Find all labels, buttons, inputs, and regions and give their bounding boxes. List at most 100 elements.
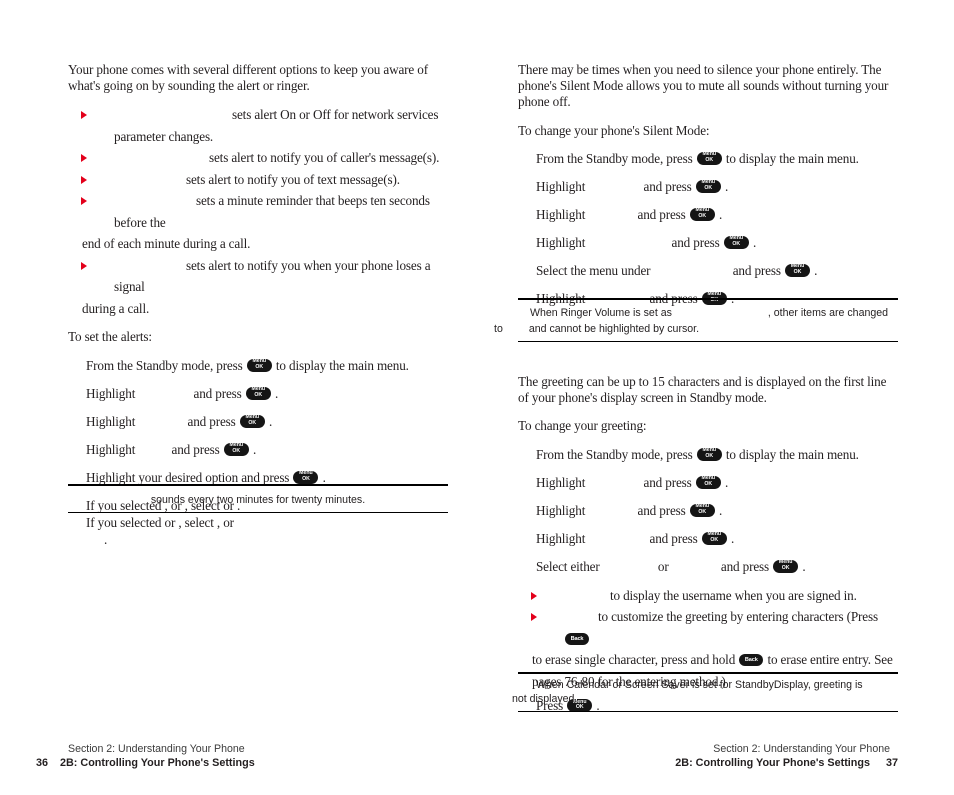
step-text-post: to display the main menu. xyxy=(725,150,859,166)
menu-ok-key-icon[interactable]: Menu OK xyxy=(245,386,271,400)
greeting-section: The greeting can be up to 15 characters … xyxy=(518,374,898,718)
redacted-term xyxy=(588,503,634,515)
step-text-mid: and press xyxy=(649,530,698,546)
back-key-label: Back xyxy=(744,657,758,664)
menu-ok-key-icon[interactable]: Menu OK xyxy=(696,151,722,165)
step-text-post: . xyxy=(730,530,735,546)
redacted-term xyxy=(114,150,209,162)
redacted-term xyxy=(588,531,646,543)
menu-ok-key-icon[interactable]: Menu OK xyxy=(701,531,727,545)
redacted-term xyxy=(138,414,184,426)
menu-ok-key-icon[interactable]: Menu OK xyxy=(293,470,319,484)
step-text-post: . xyxy=(802,558,806,574)
step-text-mid: and press xyxy=(171,441,220,457)
step-text-post: . xyxy=(252,441,257,457)
step-text-post: . xyxy=(718,502,723,518)
bullet-text: sets alert to notify you of caller's mes… xyxy=(209,150,440,166)
menu-ok-key-icon[interactable]: Menu OK xyxy=(773,559,799,573)
list-item: sets alert to notify you of text message… xyxy=(68,169,448,191)
back-key-icon[interactable]: Back xyxy=(565,632,589,645)
greeting-procedure-heading: To change your greeting: xyxy=(518,418,647,434)
silent-mode-procedure-heading: To change your phone's Silent Mode: xyxy=(518,122,710,138)
menu-ok-key-label-line2: OK xyxy=(255,363,264,370)
menu-ok-key-icon[interactable]: Menu OK xyxy=(246,358,272,372)
menu-ok-key-label-line2: OK xyxy=(248,419,257,426)
menu-ok-key-icon[interactable]: Menu OK xyxy=(695,475,721,489)
redacted-term xyxy=(603,559,655,571)
footer-section-label: Section 2: Understanding Your Phone xyxy=(713,743,890,755)
triangle-bullet-icon xyxy=(531,591,537,600)
step-item: Highlight and press Menu OK . xyxy=(536,207,898,223)
footer-chapter-row: 2B: Controlling Your Phone's Settings 37 xyxy=(675,756,898,771)
note-text-line2: not displayed. xyxy=(512,693,578,705)
intro-paragraph: Your phone comes with several different … xyxy=(68,62,428,94)
page-number: 36 xyxy=(36,757,49,769)
step-text-pre: Highlight xyxy=(536,234,586,250)
step-text-mid: and press xyxy=(643,474,692,490)
step-text-post: . xyxy=(752,234,757,250)
menu-ok-key-icon[interactable]: Menu OK xyxy=(223,442,249,456)
alert-options-list: sets alert On or Off for network service… xyxy=(68,104,448,319)
menu-ok-key-label-line2: OK xyxy=(781,564,790,571)
footer-chapter-row: 36 2B: Controlling Your Phone's Settings xyxy=(36,756,255,771)
redacted-term xyxy=(588,179,640,191)
step-text-pre: Highlight your desired option and press xyxy=(86,469,290,485)
silent-mode-steps-list: From the Standby mode, press Menu OK to … xyxy=(518,151,898,307)
step-text-mid: and press xyxy=(643,178,692,194)
step-item: Highlight and press Menu OK . xyxy=(86,414,448,430)
step-text-post: . xyxy=(274,385,279,401)
list-item: sets a minute reminder that beeps ten se… xyxy=(68,190,448,255)
menu-ok-key-icon[interactable]: Menu OK xyxy=(784,263,810,277)
menu-ok-key-label-line2: OK xyxy=(704,480,713,487)
greeting-steps-list: From the Standby mode, press Menu OK to … xyxy=(518,447,898,575)
footer-chapter-label: 2B: Controlling Your Phone's Settings xyxy=(675,757,870,769)
bullet-text: to customize the greeting by entering ch… xyxy=(598,609,878,625)
step-item: From the Standby mode, press Menu OK to … xyxy=(86,358,448,374)
step-text-pre: From the Standby mode, press xyxy=(86,357,243,373)
note-line: When Ringer Volume is set as , other item… xyxy=(518,304,898,320)
silent-mode-intro: There may be times when you need to sile… xyxy=(518,62,889,110)
step-text-mid: and press xyxy=(637,502,686,518)
menu-ok-key-icon[interactable]: Menu OK xyxy=(695,179,721,193)
step-text-post: . xyxy=(724,474,729,490)
list-item: sets alert to notify you when your phone… xyxy=(68,255,448,320)
triangle-bullet-icon xyxy=(531,613,537,622)
triangle-bullet-icon xyxy=(81,111,87,120)
triangle-bullet-icon xyxy=(81,197,87,206)
back-key-icon[interactable]: Back xyxy=(739,654,764,667)
footer-section-label: Section 2: Understanding Your Phone xyxy=(68,743,245,755)
menu-ok-key-icon[interactable]: Menu OK xyxy=(239,414,265,428)
step-item: Highlight and press Menu OK . xyxy=(86,442,448,458)
step-text-pre: Highlight xyxy=(536,178,586,194)
step-text-pre: Select the menu under xyxy=(536,262,651,278)
step-text-post: . xyxy=(268,413,273,429)
redacted-term xyxy=(588,207,634,219)
step-text-pre: Select either xyxy=(536,558,600,574)
menu-ok-key-icon[interactable]: Menu OK xyxy=(723,235,749,249)
menu-ok-key-icon[interactable]: Menu OK xyxy=(689,207,715,221)
redacted-term xyxy=(564,609,598,621)
step-text-pre: From the Standby mode, press xyxy=(536,446,693,462)
redacted-term xyxy=(114,193,196,205)
note-text-c: to xyxy=(494,323,503,335)
menu-ok-key-label-line2: OK xyxy=(705,156,714,163)
redacted-term xyxy=(654,263,730,275)
note-text-d: and cannot be highlighted by cursor. xyxy=(528,323,700,335)
menu-ok-key-icon[interactable]: Menu OK xyxy=(696,447,722,461)
note-box: sounds every two minutes for twenty minu… xyxy=(68,484,448,513)
redacted-term xyxy=(138,442,168,454)
menu-ok-key-label-line2: OK xyxy=(698,508,707,515)
right-page-content: There may be times when you need to sile… xyxy=(518,62,898,313)
list-item: to display the username when you are sig… xyxy=(518,585,898,607)
bullet-text-after-key2: to erase entire entry. See xyxy=(767,652,893,668)
alert-steps-list: From the Standby mode, press Menu OK to … xyxy=(68,358,448,548)
right-page: There may be times when you need to sile… xyxy=(477,0,954,795)
menu-ok-key-icon[interactable]: Menu OK xyxy=(689,503,715,517)
redacted-term xyxy=(564,588,610,600)
step-text-pre: Highlight xyxy=(536,530,586,546)
step-text-mid: and press xyxy=(637,206,686,222)
step-item: Select the menu under and press Menu OK … xyxy=(536,263,898,279)
step-text-pre: Highlight xyxy=(86,385,136,401)
redacted-term xyxy=(672,559,718,571)
note-line: not displayed. xyxy=(512,692,898,706)
